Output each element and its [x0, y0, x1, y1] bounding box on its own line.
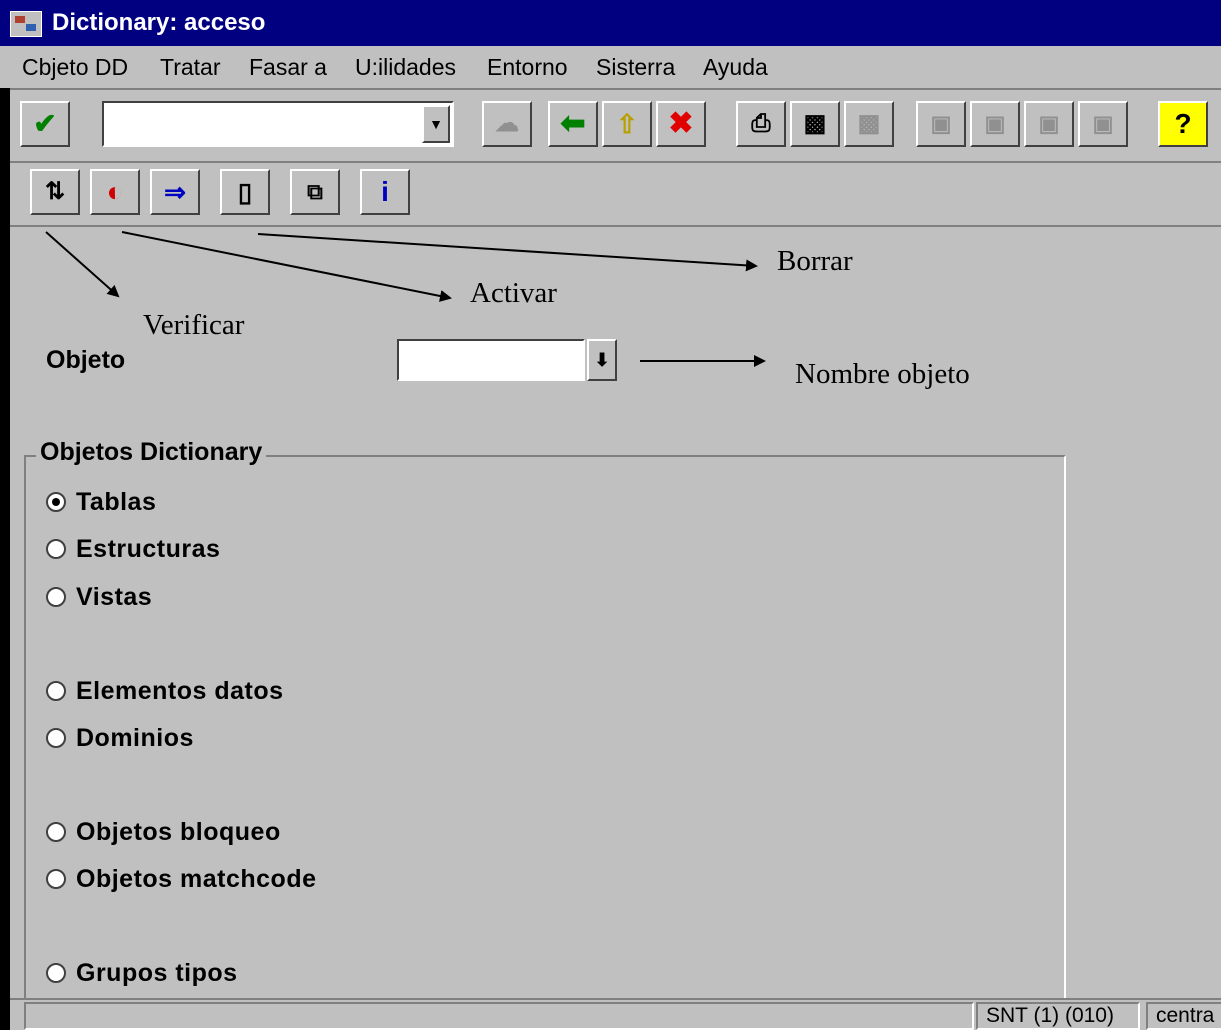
radio-vistas[interactable]: Vistas	[46, 581, 152, 613]
status-system: SNT (1) (010)	[976, 1002, 1140, 1030]
annotation-activar: Activar	[470, 277, 557, 309]
radio-button-checked[interactable]	[46, 492, 66, 512]
annotation-nombre-objeto: Nombre objeto	[795, 358, 970, 390]
radio-label: Vistas	[76, 582, 153, 611]
radio-label: Elementos datos	[76, 676, 284, 705]
status-bar: SNT (1) (010) centra	[10, 998, 1221, 1030]
status-server: centra	[1146, 1002, 1221, 1030]
radio-button[interactable]	[46, 869, 66, 889]
objeto-dropdown-icon[interactable]: ⬇	[587, 339, 617, 381]
radio-button[interactable]	[46, 587, 66, 607]
objeto-input[interactable]	[397, 339, 585, 381]
radio-estructuras[interactable]: Estructuras	[46, 533, 220, 565]
sap-window: Dictionary: acceso Cbjeto DD Tratar Fasa…	[0, 0, 1221, 1030]
objeto-label: Objeto	[46, 346, 126, 374]
radio-button[interactable]	[46, 963, 66, 983]
radio-button[interactable]	[46, 822, 66, 842]
radio-label: Grupos tipos	[76, 958, 238, 987]
arrow-borrar	[257, 233, 758, 272]
arrow-verificar	[45, 231, 120, 298]
radio-objetos-bloqueo[interactable]: Objetos bloqueo	[46, 816, 281, 848]
radio-label: Dominios	[76, 723, 194, 752]
radio-tablas[interactable]: Tablas	[46, 486, 156, 518]
radio-button[interactable]	[46, 728, 66, 748]
group-title: Objetos Dictionary	[36, 438, 267, 467]
radio-label: Tablas	[76, 487, 157, 516]
annotation-verificar: Verificar	[143, 309, 245, 341]
radio-label: Objetos matchcode	[76, 864, 317, 893]
radio-button[interactable]	[46, 539, 66, 559]
status-message	[24, 1002, 974, 1030]
radio-label: Estructuras	[76, 534, 221, 563]
radio-dominios[interactable]: Dominios	[46, 722, 194, 754]
arrow-activar	[121, 231, 452, 302]
radio-elementos-datos[interactable]: Elementos datos	[46, 675, 284, 707]
radio-grupos-tipos[interactable]: Grupos tipos	[46, 957, 238, 989]
radio-objetos-matchcode[interactable]: Objetos matchcode	[46, 863, 317, 895]
radio-label: Objetos bloqueo	[76, 817, 281, 846]
radio-button[interactable]	[46, 681, 66, 701]
annotation-borrar: Borrar	[777, 245, 853, 277]
